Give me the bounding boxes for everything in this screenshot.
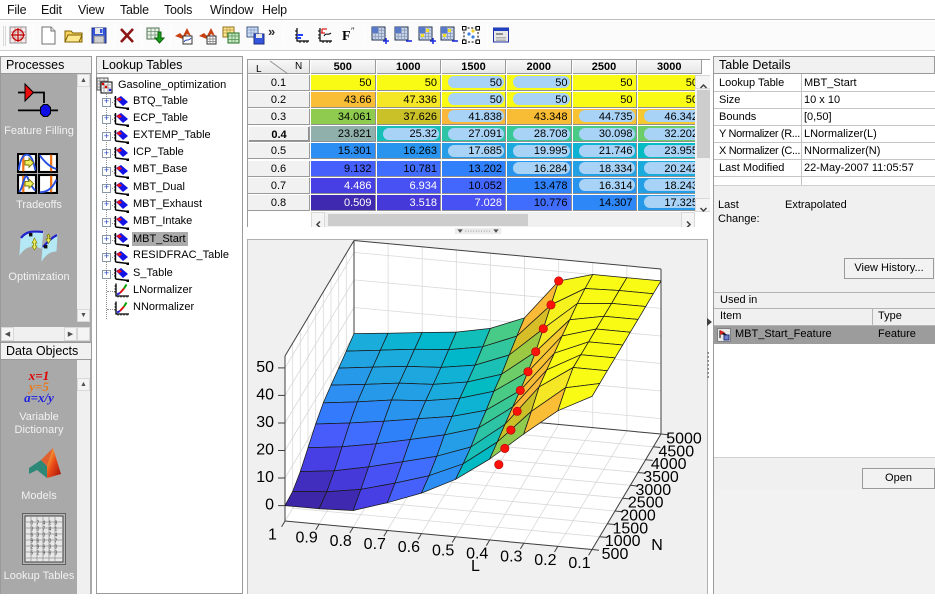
svg-text:0.6: 0.6 — [398, 539, 420, 556]
svg-text:10: 10 — [256, 469, 274, 486]
svg-text:0.1: 0.1 — [568, 555, 590, 572]
svg-text:N: N — [651, 537, 663, 554]
svg-text:30: 30 — [256, 414, 274, 431]
svg-text:0.9: 0.9 — [295, 530, 317, 547]
svg-text:0: 0 — [265, 497, 274, 514]
svg-text:0.5: 0.5 — [432, 542, 454, 559]
svg-text:50: 50 — [256, 359, 274, 376]
svg-text:″: ″ — [351, 26, 355, 36]
svg-text:0.2: 0.2 — [534, 552, 556, 569]
svg-text:N: N — [295, 61, 302, 72]
svg-text:5000: 5000 — [666, 431, 702, 448]
svg-text:0.8: 0.8 — [330, 533, 352, 550]
svg-text:40: 40 — [256, 386, 274, 403]
svg-text:F: F — [342, 29, 351, 44]
svg-text:0.7: 0.7 — [364, 536, 386, 553]
svg-text:L: L — [471, 558, 480, 575]
svg-text:L: L — [256, 64, 262, 75]
svg-text:1: 1 — [268, 527, 277, 544]
svg-text:0.3: 0.3 — [500, 549, 522, 566]
svg-text:20: 20 — [256, 442, 274, 459]
